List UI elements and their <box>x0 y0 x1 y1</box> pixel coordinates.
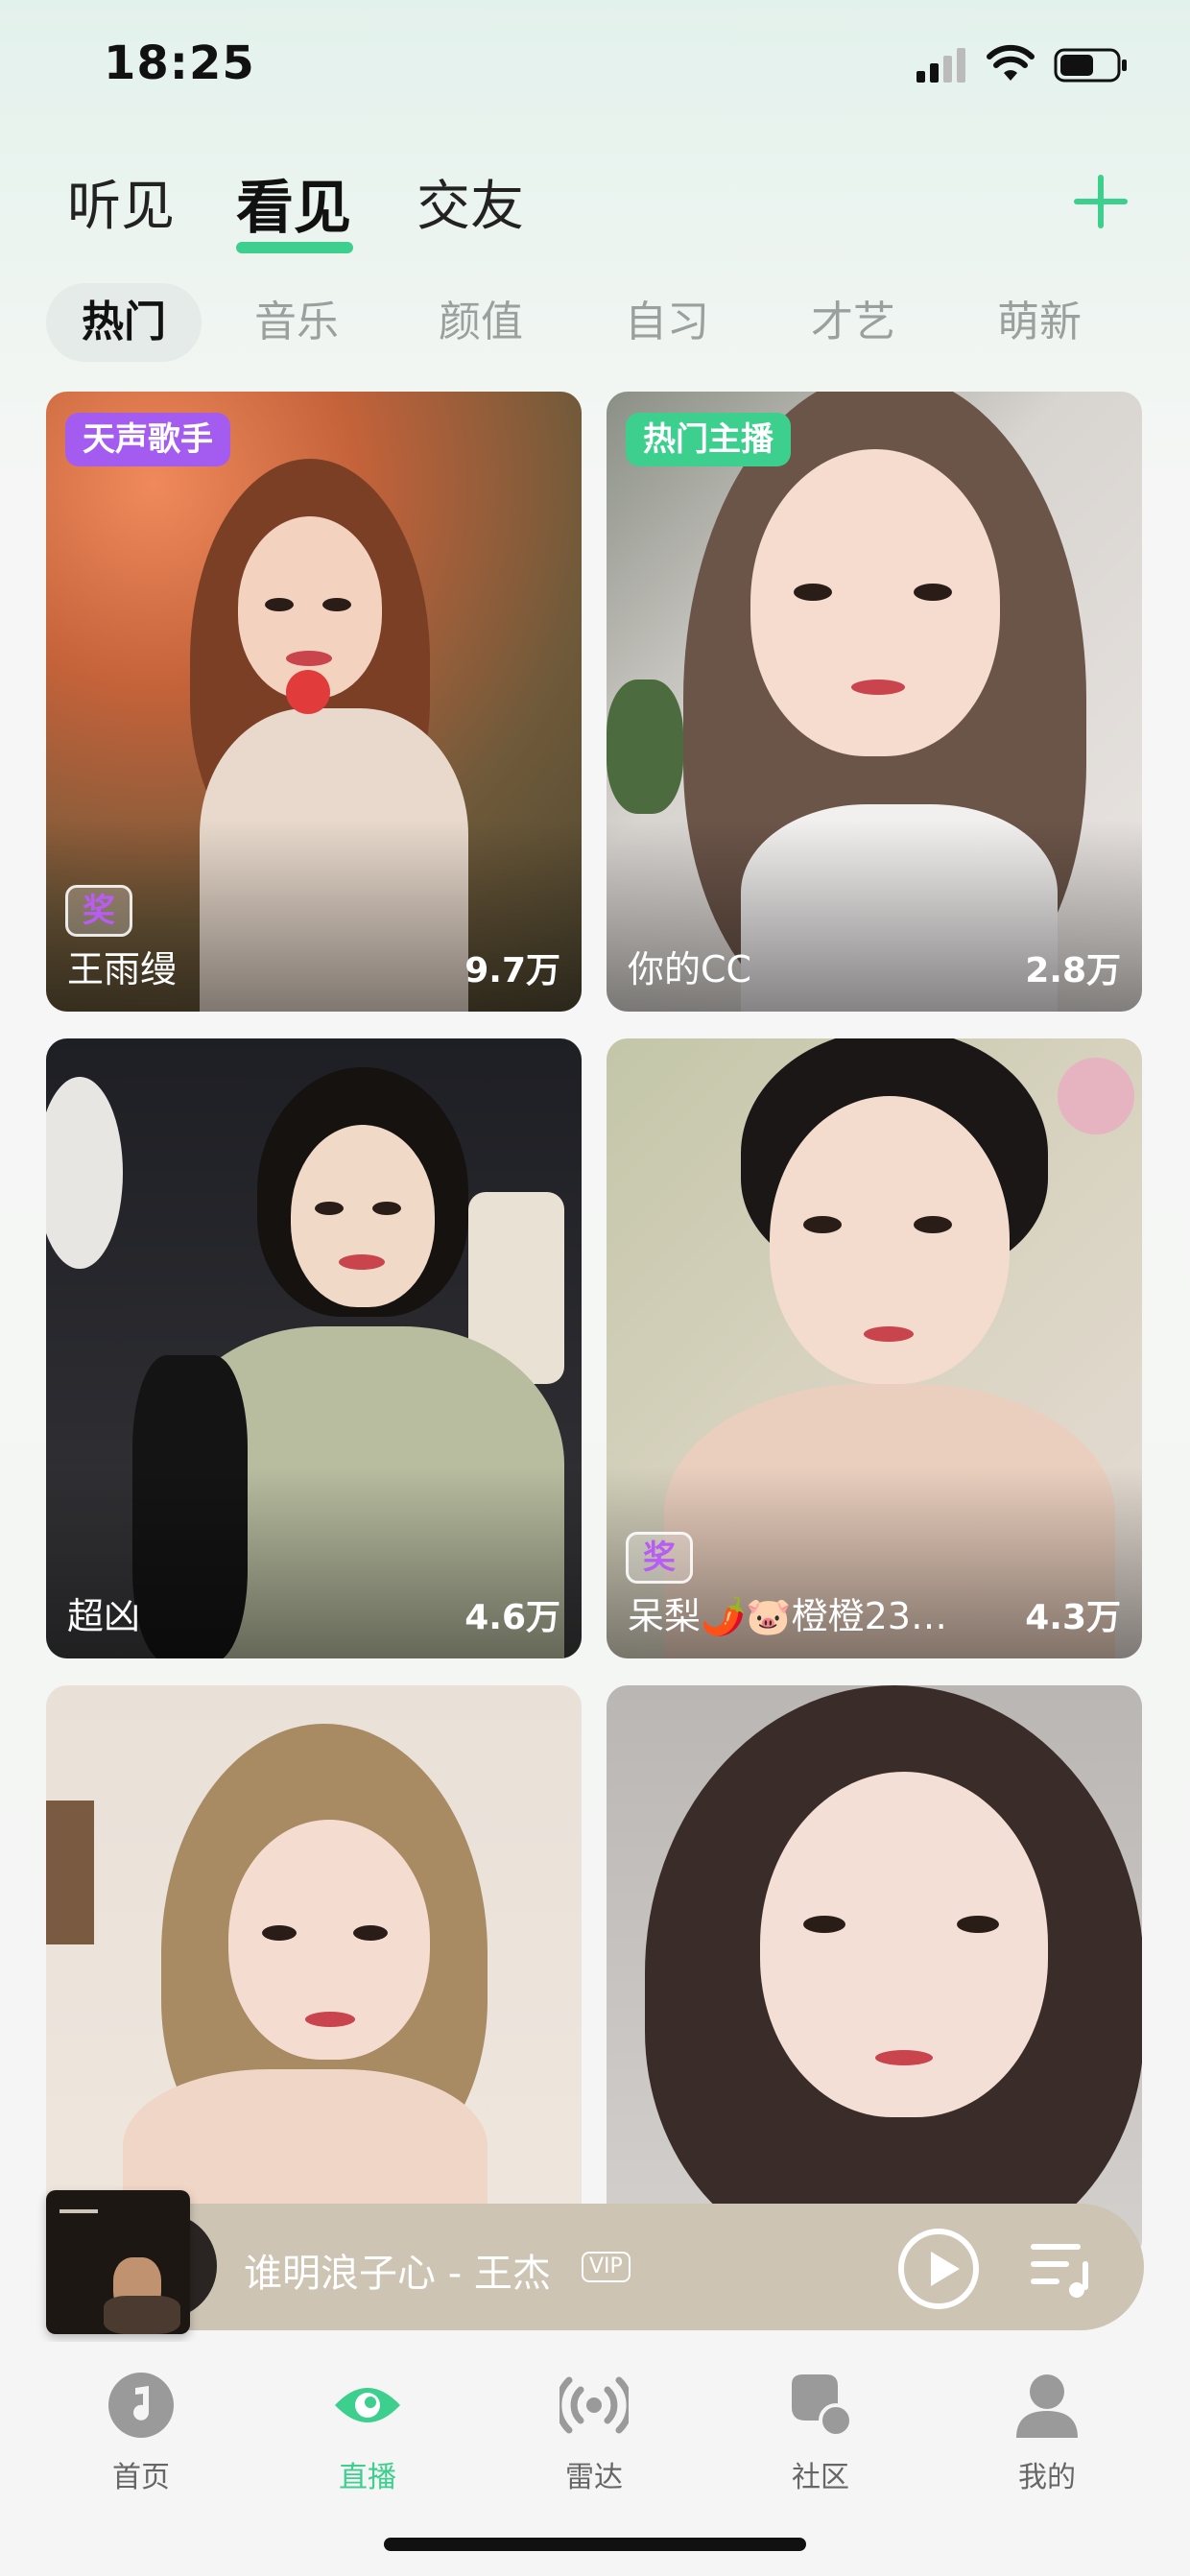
music-note-icon <box>108 2373 174 2438</box>
profile-icon <box>1016 2374 1078 2438</box>
star-badge-icon: 奖 <box>626 1532 693 1584</box>
host-name: 呆梨🌶️🐷橙橙23… <box>628 1595 947 1637</box>
category-study[interactable]: 自习 <box>605 283 729 362</box>
category-talent[interactable]: 才艺 <box>791 283 916 362</box>
cellular-signal-icon <box>916 48 965 83</box>
community-icon <box>792 2374 853 2438</box>
host-name: 超凶 <box>67 1595 141 1637</box>
hot-host-badge: 热门主播 <box>626 413 791 466</box>
nav-profile[interactable]: 我的 <box>975 2371 1119 2505</box>
nav-community[interactable]: 社区 <box>749 2371 892 2505</box>
viewer-count: 9.7万 <box>464 951 560 990</box>
album-art[interactable] <box>46 2190 190 2334</box>
live-room-card[interactable]: 超凶 4.6万 <box>46 1038 582 1658</box>
category-looks[interactable]: 颜值 <box>418 283 543 362</box>
viewer-count: 4.6万 <box>464 1598 560 1637</box>
host-name: 王雨缦 <box>67 948 178 990</box>
nav-live[interactable]: 直播 <box>296 2371 440 2505</box>
category-newbie[interactable]: 萌新 <box>977 283 1102 362</box>
live-room-card[interactable] <box>46 1685 582 2261</box>
category-hot[interactable]: 热门 <box>46 283 202 362</box>
nav-radar[interactable]: 雷达 <box>522 2371 666 2505</box>
wifi-icon <box>987 44 1035 81</box>
tab-listen[interactable]: 听见 <box>67 163 175 241</box>
playlist-icon[interactable] <box>1029 2240 1096 2298</box>
category-tabs: 热门 音乐 颜值 自习 才艺 萌新 <box>46 283 1159 362</box>
room-cover-photo <box>46 1685 582 2261</box>
status-time: 18:25 <box>104 36 255 90</box>
tab-watch[interactable]: 看见 <box>236 161 351 245</box>
viewer-count: 4.3万 <box>1025 1598 1121 1637</box>
nav-home[interactable]: 首页 <box>69 2371 213 2505</box>
room-cover-photo <box>607 1685 1142 2261</box>
category-music[interactable]: 音乐 <box>234 283 359 362</box>
eye-icon <box>335 2388 400 2422</box>
viewer-count: 2.8万 <box>1025 951 1121 990</box>
star-badge-icon: 奖 <box>65 885 132 937</box>
home-indicator[interactable] <box>384 2538 806 2551</box>
battery-icon <box>1054 48 1127 83</box>
live-room-card[interactable]: 天声歌手 奖 王雨缦 9.7万 <box>46 392 582 1012</box>
live-room-card[interactable] <box>607 1685 1142 2261</box>
status-bar: 18:25 <box>0 0 1190 125</box>
singer-badge: 天声歌手 <box>65 413 230 466</box>
live-room-card[interactable]: 奖 呆梨🌶️🐷橙橙23… 4.3万 <box>607 1038 1142 1658</box>
song-title[interactable]: 谁明浪子心 - 王杰 <box>244 2242 551 2298</box>
play-button[interactable] <box>898 2229 979 2309</box>
tab-friends[interactable]: 交友 <box>416 163 524 241</box>
host-name: 你的CC <box>628 948 752 990</box>
live-room-card[interactable]: 热门主播 你的CC 2.8万 <box>607 392 1142 1012</box>
add-icon[interactable] <box>1070 171 1131 232</box>
radar-icon <box>559 2376 629 2434</box>
vip-tag: VIP <box>582 2252 631 2282</box>
active-tab-indicator <box>236 242 353 253</box>
